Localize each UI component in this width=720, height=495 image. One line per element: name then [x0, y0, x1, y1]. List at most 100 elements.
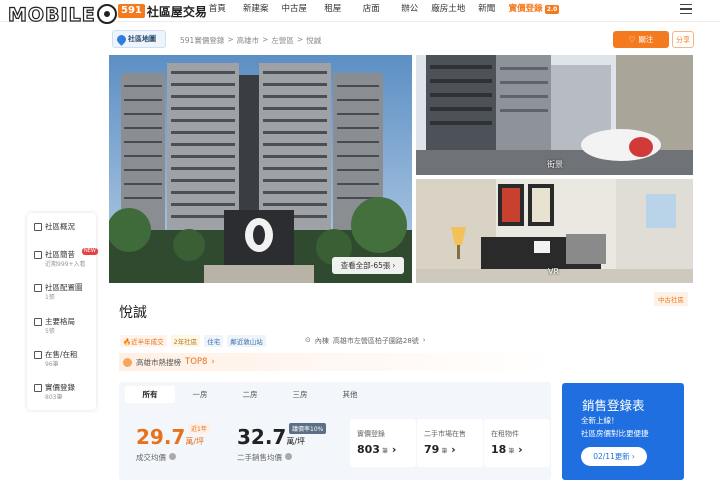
sidebar-item-sub: 803筆 [45, 394, 63, 401]
breadcrumb: 591實價登錄 > 高雄市 > 左營區 > 悅誠 [180, 35, 321, 46]
tab-three-rooms[interactable]: 三房 [275, 386, 325, 403]
stat-card-for-sale[interactable]: 二手市場在售 79 筆 › [417, 419, 483, 467]
share-button[interactable]: 分享 [672, 31, 694, 48]
stat-card-for-rent[interactable]: 在租物件 18 筆 › [484, 419, 550, 467]
tag-recent-deal: 🔥近半年成交 [120, 335, 167, 347]
nav-item-news[interactable]: 新聞 [468, 0, 507, 22]
share-label: 分享 [676, 35, 690, 44]
tag-metro: 鄰近敦山站 [227, 335, 266, 347]
site-logo[interactable]: 591 社區屋交易 [118, 2, 207, 20]
stat-value-wrap: 79 筆 › [424, 443, 456, 456]
deal-price-value: 29.7 [136, 425, 186, 449]
floorplan-icon [34, 284, 42, 292]
top-navbar: MOBILE 591 社區屋交易 首頁 新建案 中古屋 租屋 店面 辦公 廠房土… [0, 0, 720, 27]
sidebar-item-label: 社區概況 [45, 222, 75, 231]
fire-icon: 🔥 [123, 338, 132, 346]
sidebar-item-layout-map[interactable]: 社區配置圖 1張 [34, 283, 83, 302]
street-view-photo[interactable]: 街景 [416, 55, 693, 175]
community-map-button[interactable]: 社區地圖 [112, 30, 166, 48]
eye-icon [96, 4, 117, 24]
breadcrumb-sep: > [262, 35, 269, 44]
nav-item-offices[interactable]: 辦公 [391, 0, 430, 22]
nav-item-shops[interactable]: 店面 [352, 0, 391, 22]
main-building-photo[interactable]: 查看全部-65張 › [109, 55, 412, 283]
community-type-badge: 中古社區 [654, 292, 688, 306]
nav-active-label: 實價登錄 [508, 4, 543, 14]
chevron-right-icon: › [631, 452, 635, 461]
nav-item-new-projects[interactable]: 新建案 [237, 0, 276, 22]
tab-all[interactable]: 所有 [125, 386, 175, 403]
tab-one-room[interactable]: 一房 [175, 386, 225, 403]
vr-tag: VR [548, 267, 560, 276]
room-type-tabs: 所有 一房 二房 三房 其他 [125, 386, 375, 403]
deal-price-label: 成交均價 [136, 452, 176, 463]
sidebar-item-label: 主要格局 [45, 317, 75, 326]
deal-label-text: 成交均價 [136, 453, 166, 462]
listing-label-text: 二手銷售均價 [237, 453, 282, 462]
nav-item-factory-land[interactable]: 廠房土地 [429, 0, 468, 22]
rank-value: TOP8 [185, 357, 208, 367]
help-icon[interactable] [169, 453, 176, 460]
rank-label: 高雄市熱搜榜 [136, 357, 181, 367]
stat-unit: 筆 [441, 448, 448, 455]
help-icon[interactable] [285, 453, 292, 460]
hot-search-rank[interactable]: 高雄市熱搜榜 TOP8 › [119, 353, 551, 371]
hamburger-menu-icon[interactable] [680, 4, 692, 14]
building-illustration [109, 55, 412, 283]
table-icon [34, 384, 42, 392]
see-all-photos-button[interactable]: 查看全部-65張 › [332, 257, 404, 274]
promo-line-1: 全新上線！ [581, 416, 619, 425]
new-badge: NEW [82, 248, 98, 255]
address-text: 高雄市左營區柏子園路28號 [332, 337, 419, 345]
community-tags: 🔥近半年成交 2年社區 住宅 鄰近敦山站 [120, 335, 266, 347]
stat-card-registry[interactable]: 實價登錄 803 筆 › [350, 419, 416, 467]
nav-item-price-registry[interactable]: 實價登錄 2.0 [506, 0, 562, 22]
stat-label: 實價登錄 [357, 430, 385, 438]
promo-line-2: 社區房價對比更便捷 [581, 429, 649, 438]
rank-icon [123, 357, 132, 367]
deal-price-unit: 萬/坪 [185, 437, 205, 446]
watermark-logo: MOBILE [7, 3, 117, 27]
stat-value-wrap: 18 筆 › [491, 443, 523, 456]
sidebar-item-label: 社區簡昔 [45, 250, 75, 259]
layout-icon [34, 318, 42, 326]
sidebar-item-label: 實價登錄 [45, 383, 75, 392]
tab-other[interactable]: 其他 [325, 386, 375, 403]
breadcrumb-sep: > [296, 35, 304, 44]
nav-item-rent[interactable]: 租屋 [314, 0, 353, 22]
community-map-label: 社區地圖 [128, 35, 156, 43]
map-pin-icon [115, 32, 128, 46]
stat-value: 803 [357, 443, 380, 456]
tab-two-rooms[interactable]: 二房 [225, 386, 275, 403]
main-nav: 首頁 新建案 中古屋 租屋 店面 辦公 廠房土地 新聞 實價登錄 2.0 [198, 0, 562, 22]
listing-price-unit: 萬/坪 [286, 437, 306, 446]
listing-average-price: 32.7萬/坪 [237, 425, 305, 449]
sidebar-item-sub: 96筆 [45, 361, 59, 368]
nav-item-used-homes[interactable]: 中古屋 [275, 0, 314, 22]
sidebar-item-reviews[interactable]: 社區簡昔 近期999+入看 [34, 250, 85, 269]
sidebar-item-floor-plans[interactable]: 主要格局 5張 [34, 317, 75, 336]
promo-update-button[interactable]: 02/11更新 › [581, 447, 647, 466]
page: MOBILE 591 社區屋交易 首頁 新建案 中古屋 租屋 店面 辦公 廠房土… [0, 0, 720, 495]
follow-button[interactable]: ♡ 關注 [613, 31, 669, 48]
address[interactable]: ⊙ 內棟 高雄市左營區柏子園路28號 › [305, 336, 426, 346]
see-all-label: 查看全部-65張 [340, 261, 391, 270]
tag-usage: 住宅 [204, 335, 224, 347]
sidebar-item-price-registry[interactable]: 實價登錄 803筆 [34, 383, 75, 402]
sidebar-item-listings[interactable]: 在售/在租 96筆 [34, 350, 78, 369]
home-icon [34, 351, 42, 359]
promo-title: 銷售登錄表 [582, 398, 645, 413]
sidebar-item-overview[interactable]: 社區概況 [34, 222, 75, 232]
follow-label: 關注 [638, 35, 654, 44]
vr-tour-photo[interactable]: VR [416, 179, 693, 283]
stat-value-wrap: 803 筆 › [357, 443, 397, 456]
tag-age: 2年社區 [170, 335, 201, 347]
stat-unit: 筆 [381, 448, 388, 455]
breadcrumb-current: 悅誠 [306, 36, 322, 45]
stat-value: 79 [424, 443, 440, 456]
breadcrumb-city[interactable]: 高雄市 [237, 35, 260, 46]
sidebar-item-label: 社區配置圖 [45, 283, 83, 292]
nav-item-home[interactable]: 首頁 [198, 0, 237, 22]
breadcrumb-root[interactable]: 591實價登錄 [180, 35, 224, 46]
breadcrumb-district[interactable]: 左營區 [271, 35, 294, 46]
